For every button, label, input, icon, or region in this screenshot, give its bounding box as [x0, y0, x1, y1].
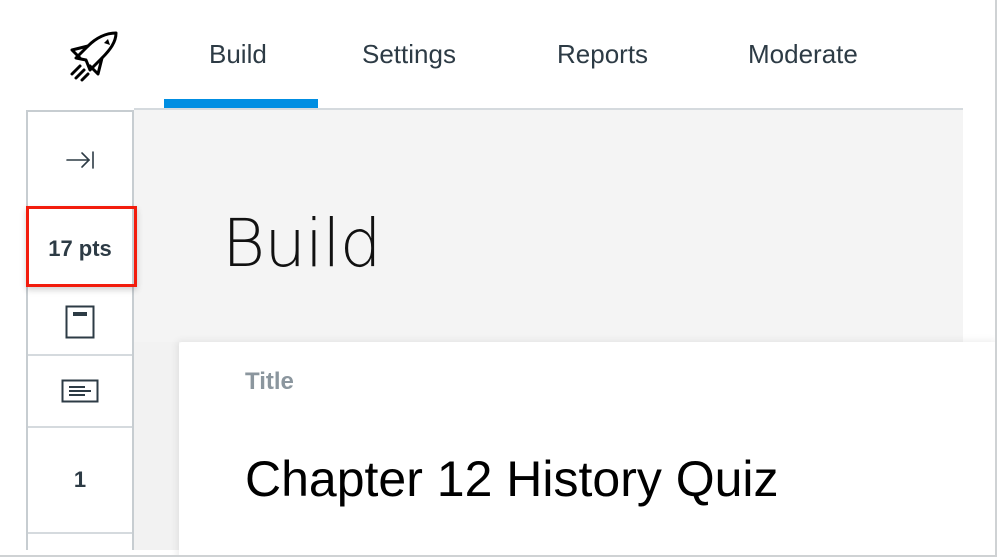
- title-label: Title: [245, 368, 294, 395]
- top-nav: Build Settings Reports Moderate: [0, 0, 963, 110]
- total-points: 17 pts: [48, 236, 112, 261]
- tab-settings[interactable]: Settings: [362, 34, 456, 74]
- quiz-title[interactable]: Chapter 12 History Quiz: [245, 450, 779, 508]
- page-title: Build: [222, 205, 382, 282]
- app-window: Build Settings Reports Moderate Build 17…: [0, 0, 997, 557]
- quiz-title-card: Title Chapter 12 History Quiz: [179, 342, 995, 555]
- sidebar-item-question-1[interactable]: 1: [28, 428, 132, 534]
- tab-moderate[interactable]: Moderate: [748, 34, 858, 74]
- sidebar: 17 pts 1: [26, 110, 134, 550]
- content-gutter: [134, 342, 179, 550]
- tab-build[interactable]: Build: [209, 34, 267, 74]
- text-block-icon: [61, 379, 99, 403]
- page-icon: [65, 305, 95, 339]
- sidebar-collapse-button[interactable]: [28, 112, 132, 208]
- sidebar-item-text-block[interactable]: [28, 356, 132, 428]
- expand-right-icon: [66, 151, 94, 169]
- rocket-icon[interactable]: [66, 28, 122, 82]
- sidebar-item-page[interactable]: [28, 290, 132, 356]
- tab-reports[interactable]: Reports: [557, 34, 648, 74]
